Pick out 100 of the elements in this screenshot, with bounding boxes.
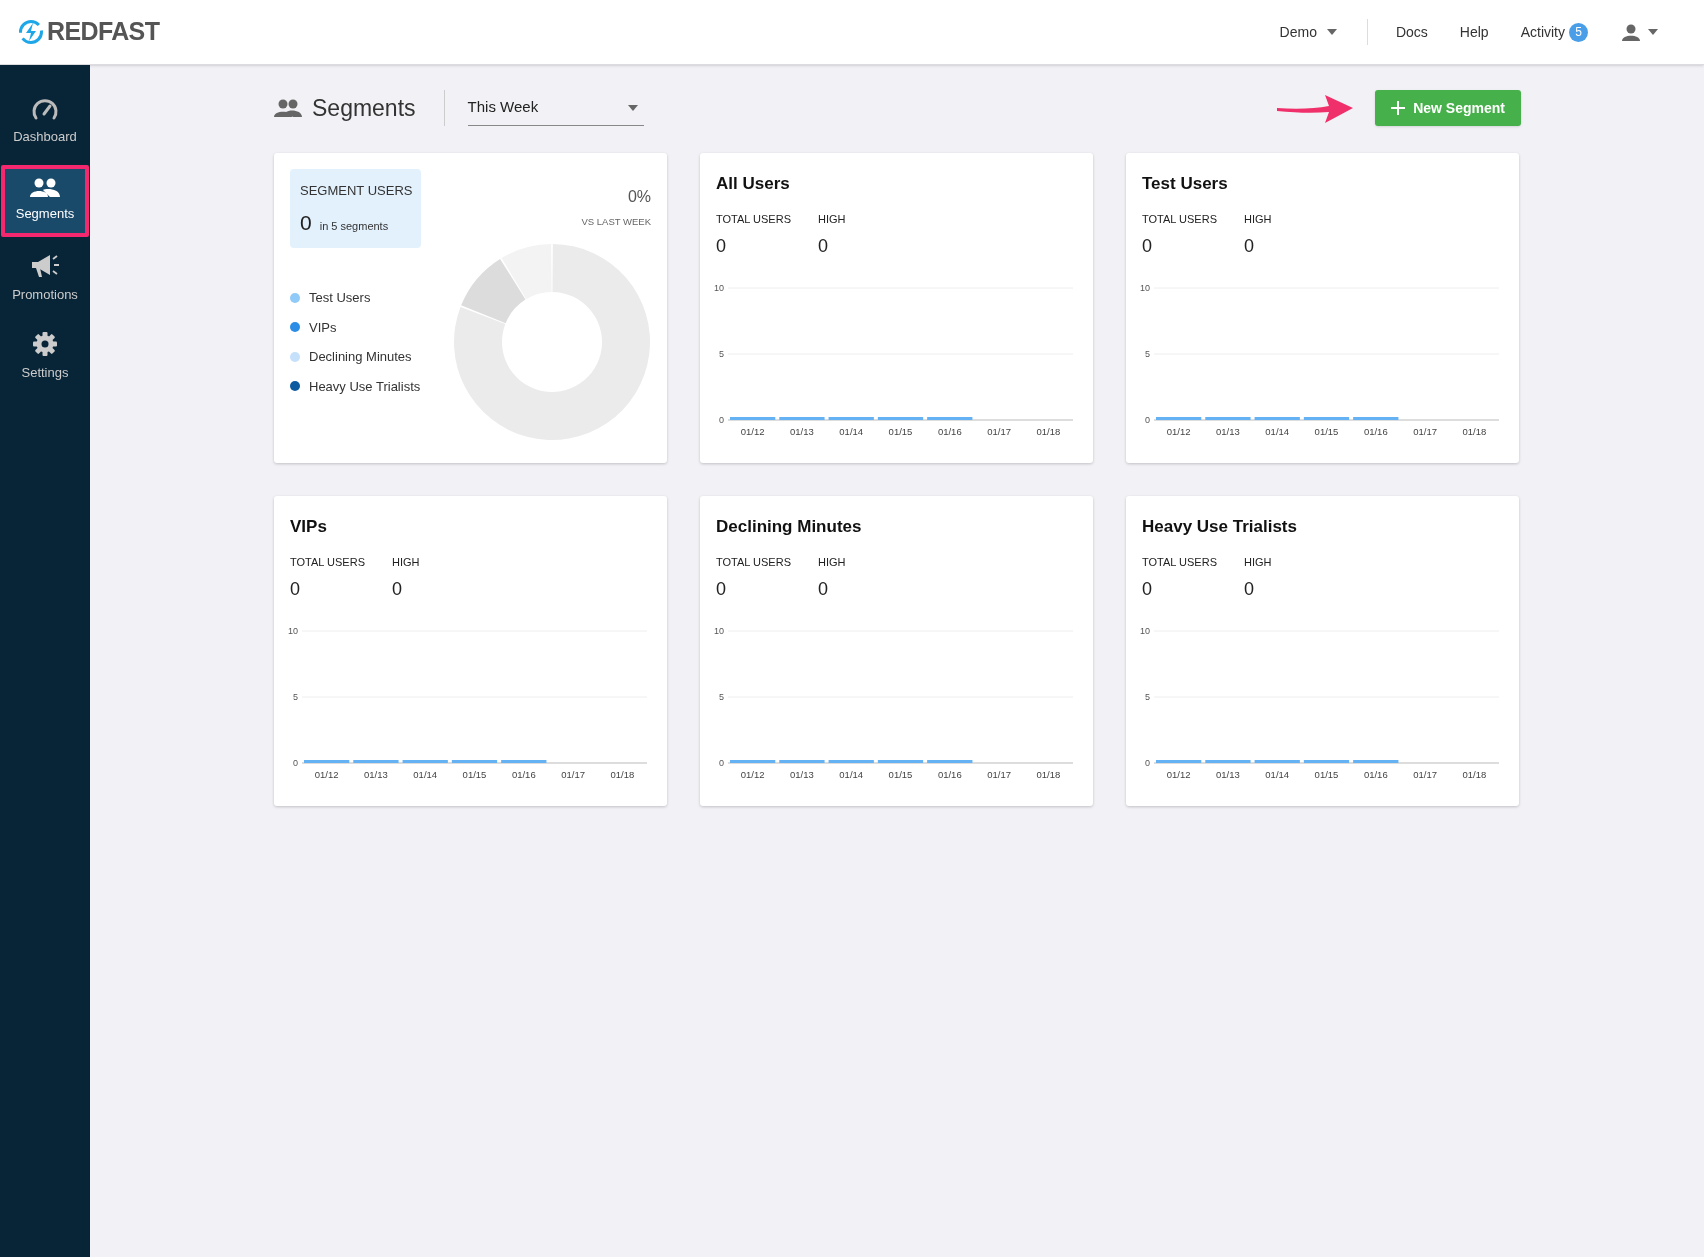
x-tick-label: 01/18 — [1036, 426, 1061, 437]
stat-label: HIGH — [392, 554, 421, 570]
stat-value: 0 — [290, 578, 301, 601]
x-tick-label: 01/12 — [740, 426, 765, 437]
panel-heading: SEGMENT USERS — [300, 182, 411, 200]
x-tick-label: 01/17 — [987, 769, 1011, 780]
x-tick-label: 01/14 — [413, 769, 438, 780]
stat-label: TOTAL USERS — [716, 211, 792, 227]
x-tick-label: 01/18 — [610, 769, 635, 780]
megaphone-icon — [30, 253, 60, 280]
plus-icon — [1391, 101, 1406, 115]
x-tick-label: 01/15 — [462, 769, 487, 780]
legend-label: VIPs — [309, 318, 337, 337]
stat-label: TOTAL USERS — [290, 554, 366, 570]
x-tick-label: 01/17 — [561, 769, 585, 780]
y-tick-label: 0 — [719, 758, 724, 768]
stat-value: 0 — [818, 578, 829, 601]
stat-value: 0 — [1244, 235, 1255, 258]
x-tick-label: 01/16 — [1363, 769, 1388, 780]
sidebar-item[interactable]: Dashboard — [0, 87, 90, 159]
page-title: Segments — [312, 93, 416, 123]
bar — [927, 760, 973, 763]
bar — [1303, 760, 1350, 763]
bar — [1156, 417, 1202, 420]
stat-label: HIGH — [1244, 211, 1273, 227]
bar — [1254, 417, 1300, 420]
bar — [1303, 417, 1350, 420]
nav-link[interactable]: Activity — [1520, 21, 1565, 43]
bar — [1205, 417, 1251, 420]
bar — [1353, 417, 1399, 420]
x-tick-label: 01/12 — [1166, 769, 1191, 780]
legend-label: Test Users — [309, 289, 371, 307]
stat-value: 0 — [1244, 578, 1255, 601]
period-dropdown[interactable]: This Week — [467, 90, 644, 126]
x-tick-label: 01/12 — [1166, 426, 1191, 437]
sidebar-item[interactable]: Settings — [0, 321, 90, 393]
gauge-icon — [32, 99, 58, 122]
segment-title: VIPs — [290, 516, 328, 538]
sidebar-item[interactable]: Promotions — [0, 243, 90, 315]
bar — [877, 417, 924, 420]
legend-label: Heavy Use Trialists — [309, 377, 421, 396]
y-tick-label: 5 — [719, 349, 724, 359]
bar — [451, 760, 498, 763]
y-tick-label: 5 — [1145, 349, 1150, 359]
caret-icon — [1648, 29, 1658, 35]
x-tick-label: 01/15 — [1314, 426, 1339, 437]
bar — [353, 760, 399, 763]
stat-value: 0 — [818, 235, 829, 258]
y-tick-label: 10 — [288, 626, 298, 636]
user-menu[interactable] — [1622, 23, 1658, 41]
change-label: VS LAST WEEK — [581, 215, 651, 229]
y-tick-label: 10 — [1140, 283, 1150, 293]
project-dropdown[interactable]: Demo — [1279, 19, 1368, 45]
bar — [779, 760, 825, 763]
bar — [877, 760, 924, 763]
x-tick-label: 01/13 — [790, 769, 814, 780]
bar — [304, 760, 350, 763]
x-tick-label: 01/18 — [1462, 426, 1487, 437]
caret-icon — [627, 104, 638, 111]
stat-label: TOTAL USERS — [716, 554, 792, 570]
segment-title: All Users — [716, 173, 791, 195]
segment-title: Test Users — [1142, 173, 1229, 195]
stat-label: TOTAL USERS — [1142, 211, 1218, 227]
x-tick-label: 01/14 — [839, 426, 864, 437]
y-tick-label: 0 — [1145, 758, 1150, 768]
user-icon — [1622, 23, 1640, 41]
x-tick-label: 01/13 — [1216, 769, 1240, 780]
stat-label: HIGH — [1244, 554, 1273, 570]
x-tick-label: 01/15 — [888, 769, 913, 780]
legend-label: Declining Minutes — [309, 348, 412, 366]
settings-icon — [32, 331, 58, 358]
people-icon — [30, 178, 60, 199]
stat-label: HIGH — [818, 211, 847, 227]
segment-count-note: in 5 segments — [319, 218, 389, 234]
bar — [779, 417, 825, 420]
x-tick-label: 01/17 — [1413, 769, 1437, 780]
bar — [1254, 760, 1300, 763]
y-tick-label: 10 — [1140, 626, 1150, 636]
count-badge: 5 — [1569, 22, 1588, 42]
x-tick-label: 01/17 — [987, 426, 1011, 437]
nav-link[interactable]: Docs — [1395, 21, 1428, 43]
nav-link[interactable]: Help — [1459, 21, 1489, 43]
y-tick-label: 10 — [714, 283, 724, 293]
stat-value: 0 — [716, 235, 727, 258]
y-tick-label: 5 — [1145, 692, 1150, 702]
people-icon — [274, 98, 302, 118]
x-tick-label: 01/16 — [511, 769, 536, 780]
sidebar-item[interactable]: Segments — [1, 165, 89, 237]
y-tick-label: 5 — [719, 692, 724, 702]
stat-label: HIGH — [818, 554, 847, 570]
stat-value: 0 — [392, 578, 403, 601]
bar — [730, 417, 776, 420]
stat-value: 0 — [1142, 235, 1153, 258]
x-tick-label: 01/16 — [937, 426, 962, 437]
x-tick-label: 01/15 — [1314, 769, 1339, 780]
x-tick-label: 01/13 — [1216, 426, 1240, 437]
logo-icon — [18, 19, 44, 45]
x-tick-label: 01/12 — [314, 769, 339, 780]
bar — [828, 760, 874, 763]
bar — [927, 417, 973, 420]
